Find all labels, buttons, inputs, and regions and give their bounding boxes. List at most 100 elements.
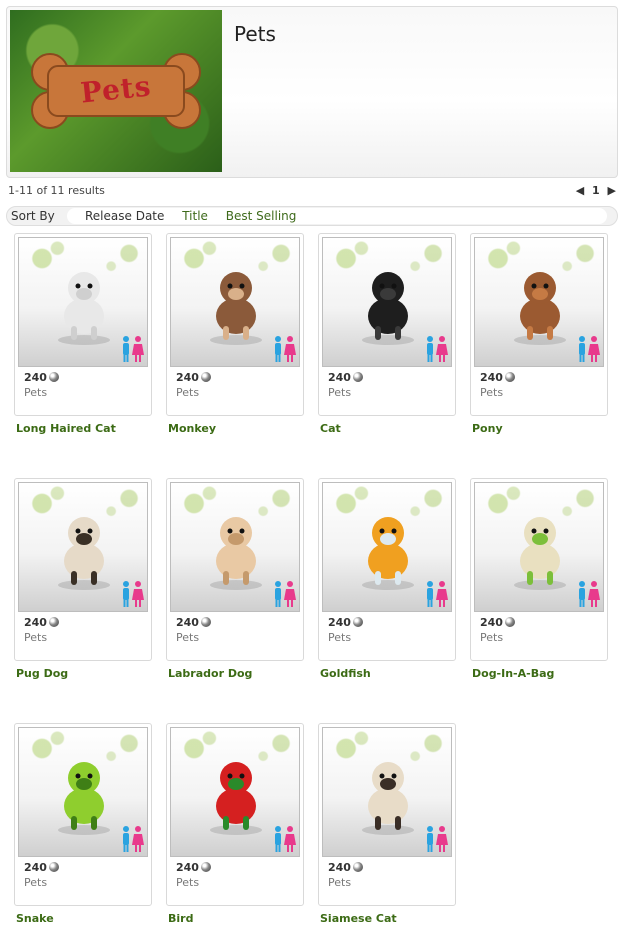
price-value: 240: [328, 371, 351, 384]
item-thumbnail[interactable]: [322, 482, 452, 612]
price-value: 240: [24, 371, 47, 384]
long-haired-cat-icon: [58, 272, 110, 345]
item-name-link[interactable]: Bird: [168, 912, 193, 925]
sort-options: Release Date Title Best Selling: [67, 208, 607, 224]
points-coin-icon: [48, 862, 59, 872]
item-price: 240: [328, 616, 363, 629]
monkey-icon: [210, 272, 262, 345]
item-name-link[interactable]: Monkey: [168, 422, 216, 435]
dog-in-a-bag-icon: [514, 517, 566, 590]
item-thumbnail[interactable]: [170, 482, 300, 612]
avatar-people-icon: [275, 336, 296, 362]
item-category: Pets: [176, 386, 200, 399]
price-value: 240: [328, 861, 351, 874]
points-coin-icon: [48, 617, 59, 627]
avatar-people-icon: [579, 581, 600, 607]
item-thumbnail[interactable]: [474, 237, 604, 367]
avatar-people-icon: [427, 336, 448, 362]
avatar-people-icon: [275, 826, 296, 852]
price-value: 240: [176, 371, 199, 384]
page-number[interactable]: 1: [592, 184, 600, 197]
results-row: 1-11 of 11 results ◀ 1 ▶: [8, 184, 620, 200]
category-banner: Pets Pets: [6, 6, 618, 178]
item-category: Pets: [480, 386, 504, 399]
item-category: Pets: [24, 876, 48, 889]
sort-bar: Sort By Release Date Title Best Selling: [6, 206, 618, 226]
item-card[interactable]: 240 Pets: [166, 723, 304, 906]
item-thumbnail[interactable]: [322, 237, 452, 367]
item-name-link[interactable]: Goldfish: [320, 667, 371, 680]
triangle-left-icon[interactable]: ◀: [576, 184, 584, 197]
sort-option-best-selling[interactable]: Best Selling: [226, 209, 297, 223]
sort-option-release-date[interactable]: Release Date: [85, 209, 164, 223]
page-title: Pets: [234, 22, 276, 46]
price-value: 240: [480, 616, 503, 629]
points-coin-icon: [200, 862, 211, 872]
price-value: 240: [176, 861, 199, 874]
siamese-cat-icon: [362, 762, 414, 835]
price-value: 240: [24, 616, 47, 629]
item-category: Pets: [328, 386, 352, 399]
avatar-people-icon: [579, 336, 600, 362]
item-price: 240: [24, 371, 59, 384]
item-thumbnail[interactable]: [474, 482, 604, 612]
pug-dog-icon: [58, 517, 110, 590]
item-name-link[interactable]: Cat: [320, 422, 341, 435]
labrador-dog-icon: [210, 517, 262, 590]
points-coin-icon: [504, 372, 515, 382]
item-card[interactable]: 240 Pets: [166, 233, 304, 416]
points-coin-icon: [200, 617, 211, 627]
item-name-link[interactable]: Siamese Cat: [320, 912, 397, 925]
item-category: Pets: [24, 631, 48, 644]
price-value: 240: [176, 616, 199, 629]
item-name-link[interactable]: Snake: [16, 912, 54, 925]
price-value: 240: [328, 616, 351, 629]
item-price: 240: [480, 371, 515, 384]
points-coin-icon: [352, 862, 363, 872]
item-card[interactable]: 240 Pets: [166, 478, 304, 661]
item-category: Pets: [328, 631, 352, 644]
item-card[interactable]: 240 Pets: [14, 723, 152, 906]
pets-banner-image: Pets: [10, 10, 222, 172]
item-category: Pets: [176, 876, 200, 889]
sort-option-title[interactable]: Title: [182, 209, 208, 223]
item-card[interactable]: 240 Pets: [470, 478, 608, 661]
item-thumbnail[interactable]: [18, 482, 148, 612]
item-name-link[interactable]: Pug Dog: [16, 667, 68, 680]
item-card[interactable]: 240 Pets: [318, 723, 456, 906]
avatar-people-icon: [123, 826, 144, 852]
item-price: 240: [24, 616, 59, 629]
avatar-people-icon: [123, 581, 144, 607]
avatar-people-icon: [427, 826, 448, 852]
item-card[interactable]: 240 Pets: [470, 233, 608, 416]
item-price: 240: [328, 371, 363, 384]
item-thumbnail[interactable]: [18, 727, 148, 857]
snake-icon: [58, 762, 110, 835]
item-thumbnail[interactable]: [170, 727, 300, 857]
item-card[interactable]: 240 Pets: [318, 478, 456, 661]
item-name-link[interactable]: Long Haired Cat: [16, 422, 116, 435]
item-thumbnail[interactable]: [170, 237, 300, 367]
item-name-link[interactable]: Pony: [472, 422, 503, 435]
item-price: 240: [176, 371, 211, 384]
avatar-people-icon: [123, 336, 144, 362]
item-thumbnail[interactable]: [18, 237, 148, 367]
item-price: 240: [176, 861, 211, 874]
pagination: ◀ 1 ▶: [574, 184, 618, 197]
item-card[interactable]: 240 Pets: [14, 478, 152, 661]
item-thumbnail[interactable]: [322, 727, 452, 857]
item-category: Pets: [176, 631, 200, 644]
item-name-link[interactable]: Dog-In-A-Bag: [472, 667, 554, 680]
item-price: 240: [24, 861, 59, 874]
results-summary: 1-11 of 11 results: [8, 184, 105, 197]
item-price: 240: [176, 616, 211, 629]
points-coin-icon: [48, 372, 59, 382]
item-category: Pets: [328, 876, 352, 889]
item-category: Pets: [480, 631, 504, 644]
points-coin-icon: [352, 372, 363, 382]
item-card[interactable]: 240 Pets: [318, 233, 456, 416]
item-name-link[interactable]: Labrador Dog: [168, 667, 252, 680]
pony-icon: [514, 272, 566, 345]
item-card[interactable]: 240 Pets: [14, 233, 152, 416]
triangle-right-icon[interactable]: ▶: [608, 184, 616, 197]
